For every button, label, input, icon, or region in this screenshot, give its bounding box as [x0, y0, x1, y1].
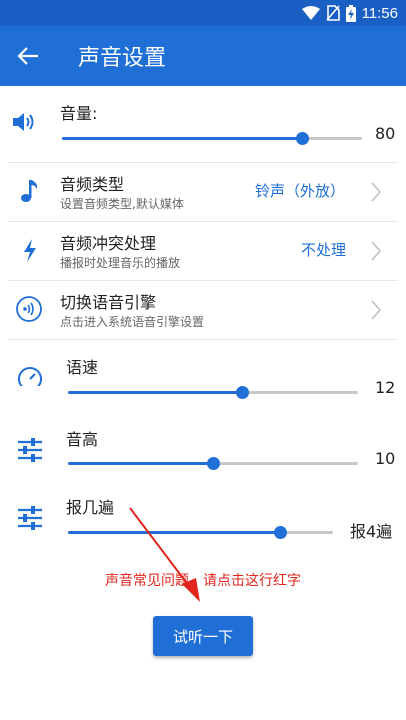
no-sim-icon: [325, 5, 340, 21]
equalizer-icon: [18, 506, 42, 530]
volume-value: 80: [375, 124, 396, 143]
lightning-icon: [24, 239, 36, 262]
annotation-arrow-icon: [129, 507, 200, 602]
volume-label: 音量:: [60, 104, 98, 123]
back-arrow-icon[interactable]: [14, 42, 42, 70]
audio-conflict-desc: 播报时处理音乐的播放: [60, 256, 181, 270]
audio-conflict-row[interactable]: 音频冲突处理 播报时处理音乐的播放 不处理: [0, 222, 406, 280]
speed-label: 语速: [66, 358, 99, 377]
chevron-right-icon: [371, 300, 382, 320]
voice-engine-icon: [16, 296, 42, 322]
voice-engine-label: 切换语音引擎: [60, 293, 157, 312]
equalizer-icon: [18, 438, 42, 462]
speaker-icon: [13, 113, 34, 131]
audio-conflict-label: 音频冲突处理: [60, 234, 157, 253]
speedometer-icon: [18, 367, 42, 391]
voice-engine-row[interactable]: 切换语音引擎 点击进入系统语音引擎设置: [0, 281, 406, 339]
status-icons: 11:56: [301, 4, 398, 22]
pitch-slider[interactable]: [68, 457, 358, 470]
pitch-label: 音高: [66, 430, 99, 449]
pitch-slider-thumb[interactable]: [207, 457, 220, 470]
battery-charging-icon: [345, 4, 356, 22]
app-bar: 声音设置: [0, 26, 406, 86]
speed-slider[interactable]: [68, 386, 358, 399]
voice-engine-desc: 点击进入系统语音引擎设置: [60, 315, 205, 329]
status-bar: 11:56: [0, 0, 406, 26]
music-note-icon: [21, 180, 38, 202]
wifi-icon: [301, 6, 320, 20]
volume-slider-thumb[interactable]: [296, 132, 309, 145]
try-listen-button[interactable]: 试听一下: [153, 616, 253, 656]
page-title: 声音设置: [78, 46, 167, 71]
pitch-slider-fill: [68, 462, 213, 465]
repeat-value: 报4遍: [350, 522, 393, 541]
chevron-right-icon: [371, 182, 382, 202]
divider: [8, 339, 398, 340]
volume-slider-fill: [62, 137, 302, 140]
audio-type-label: 音频类型: [60, 175, 125, 194]
volume-slider[interactable]: [62, 132, 362, 145]
speed-slider-thumb[interactable]: [236, 386, 249, 399]
repeat-label: 报几遍: [66, 498, 115, 517]
chevron-right-icon: [371, 241, 382, 261]
speed-slider-fill: [68, 391, 242, 394]
audio-conflict-value: 不处理: [301, 241, 347, 259]
audio-type-value: 铃声（外放）: [255, 182, 346, 200]
audio-type-row[interactable]: 音频类型 设置音频类型,默认媒体 铃声（外放）: [0, 163, 406, 221]
repeat-slider-thumb[interactable]: [274, 526, 287, 539]
audio-type-desc: 设置音频类型,默认媒体: [60, 197, 184, 211]
status-time: 11:56: [361, 4, 398, 22]
speed-value: 12: [375, 378, 396, 397]
pitch-value: 10: [375, 449, 396, 468]
